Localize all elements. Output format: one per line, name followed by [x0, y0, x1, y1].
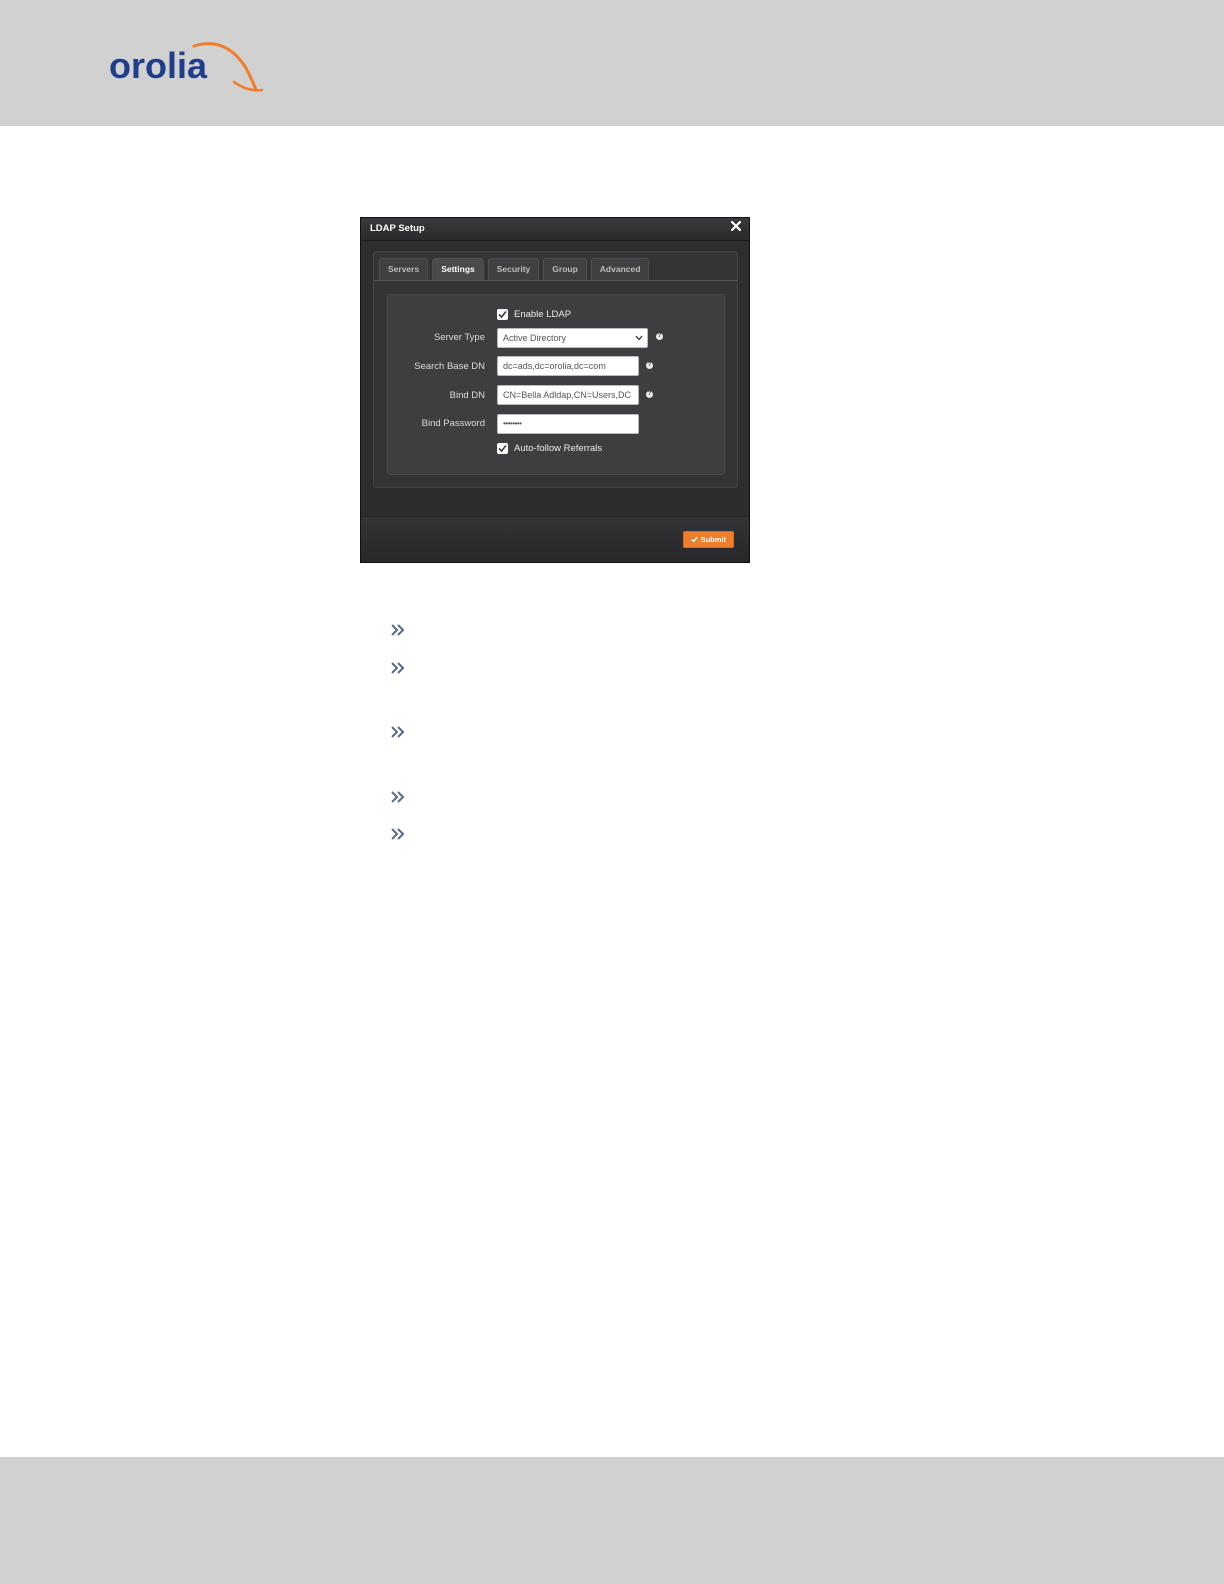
submit-label: Submit	[700, 535, 726, 544]
orolia-logo: orolia	[109, 42, 264, 92]
check-icon	[691, 536, 699, 543]
auto-follow-referrals-label: Auto-follow Referrals	[514, 443, 603, 454]
double-chevron-icon	[391, 662, 405, 674]
bind-dn-input[interactable]: CN=Bella Adldap,CN=Users,DC	[497, 385, 639, 405]
search-base-dn-input[interactable]: dc=ads,dc=orolia,dc=com	[497, 356, 639, 376]
tab-security[interactable]: Security	[487, 258, 540, 280]
dialog-content: Servers Settings Security Group Advanced…	[373, 251, 738, 488]
page-footer	[0, 1457, 1224, 1584]
tab-bar: Servers Settings Security Group Advanced	[379, 258, 650, 280]
bind-password-input[interactable]: ••••••••	[497, 414, 639, 434]
tab-group[interactable]: Group	[543, 258, 587, 280]
dialog-title: LDAP Setup	[370, 223, 425, 234]
enable-ldap-checkbox[interactable]	[497, 309, 508, 320]
bind-dn-label: Bind DN	[449, 390, 485, 401]
tab-advanced[interactable]: Advanced	[590, 258, 650, 280]
submit-button[interactable]: Submit	[683, 531, 734, 548]
tab-settings[interactable]: Settings	[432, 258, 484, 280]
ldap-setup-dialog: LDAP Setup Servers Settings Security Gro…	[360, 217, 750, 563]
bind-password-label: Bind Password	[421, 418, 485, 429]
dialog-titlebar: LDAP Setup	[361, 218, 749, 241]
enable-ldap-label: Enable LDAP	[514, 309, 572, 320]
check-icon	[498, 444, 507, 453]
search-base-dn-label: Search Base DN	[414, 361, 485, 372]
help-icon[interactable]: ?	[646, 391, 653, 398]
tab-servers[interactable]: Servers	[379, 258, 429, 280]
double-chevron-icon	[391, 726, 405, 738]
chevron-down-icon	[635, 335, 643, 341]
double-chevron-icon	[391, 828, 405, 840]
server-type-value: Active Directory	[503, 333, 567, 343]
help-icon[interactable]: ?	[656, 333, 663, 340]
logo-wordmark: orolia	[109, 45, 208, 86]
server-type-label: Server Type	[433, 332, 485, 343]
close-icon	[730, 220, 742, 232]
page-header: orolia	[0, 0, 1224, 126]
check-icon	[498, 310, 507, 319]
server-type-select[interactable]: Active Directory	[497, 328, 648, 348]
settings-form: Enable LDAP Server Type Active Directory…	[387, 294, 725, 475]
auto-follow-referrals-checkbox[interactable]	[497, 443, 508, 454]
double-chevron-icon	[391, 624, 405, 636]
tab-divider	[374, 280, 737, 281]
double-chevron-icon	[391, 791, 405, 803]
help-icon[interactable]: ?	[646, 362, 653, 369]
dialog-footer: Submit	[361, 516, 749, 562]
close-button[interactable]	[730, 220, 742, 236]
